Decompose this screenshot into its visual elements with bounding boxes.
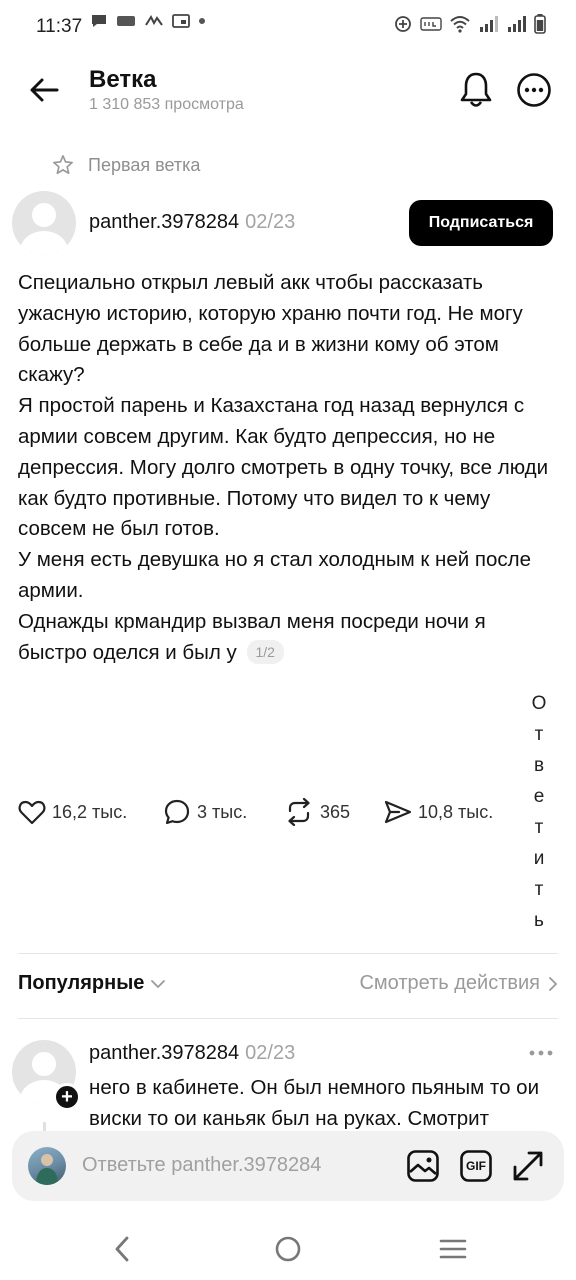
- comment-button[interactable]: 3 тыс.: [163, 792, 247, 832]
- nav-recents-button[interactable]: [431, 1229, 475, 1269]
- calendar-notification-icon: [172, 14, 190, 28]
- chevron-left-icon: [115, 1236, 129, 1262]
- share-button[interactable]: 10,8 тыс.: [384, 792, 493, 832]
- section-divider: [18, 1018, 558, 1019]
- star-icon: [53, 155, 73, 175]
- battery-icon: [534, 14, 546, 34]
- page-title: Ветка: [89, 66, 157, 93]
- notifications-button[interactable]: [454, 68, 498, 112]
- more-options-button[interactable]: [512, 68, 556, 112]
- home-circle-icon: [275, 1236, 301, 1262]
- reply-author-row: panther.3978284 02/23: [89, 1042, 295, 1065]
- post-author-row: panther.3978284 02/23: [89, 211, 295, 234]
- header: Ветка 1 310 853 просмотра: [0, 54, 576, 134]
- arrow-left-icon: [30, 78, 59, 102]
- back-button[interactable]: [24, 70, 64, 110]
- nav-back-button[interactable]: [100, 1229, 144, 1269]
- more-horizontal-icon: [529, 1050, 553, 1056]
- reply-letter: в: [533, 755, 545, 776]
- comment-count: 3 тыс.: [197, 801, 248, 822]
- image-attach-button[interactable]: [405, 1148, 441, 1184]
- reply-more-button[interactable]: [526, 1041, 556, 1065]
- like-count: 16,2 тыс.: [52, 801, 128, 822]
- heart-icon: [18, 800, 46, 825]
- page-indicator-badge[interactable]: 1/2: [246, 639, 284, 664]
- view-count: 1 310 853 просмотра: [89, 96, 244, 113]
- comment-bubble-icon: [164, 799, 190, 825]
- menu-lines-icon: [439, 1239, 467, 1259]
- system-status-icons: [394, 14, 546, 34]
- sort-label: Популярные: [18, 972, 145, 994]
- repost-button[interactable]: 365: [284, 792, 350, 832]
- post-paragraph: У меня есть девушка но я стал холодным к…: [18, 548, 532, 602]
- avatar-body-shape: [20, 231, 68, 255]
- image-icon: [407, 1150, 439, 1182]
- post-body: Специально открыл левый акк чтобы расска…: [18, 268, 558, 668]
- section-divider: [18, 953, 558, 954]
- reply-letter: О: [531, 693, 547, 714]
- gif-label: GIF: [466, 1159, 486, 1173]
- avatar-head-shape: [32, 203, 56, 227]
- view-actions-link[interactable]: Смотреть действия: [359, 972, 558, 995]
- reply-input[interactable]: Ответьте panther.3978284: [82, 1154, 321, 1177]
- follow-plus-button[interactable]: +: [53, 1083, 81, 1111]
- post-author-name[interactable]: panther.3978284: [89, 211, 239, 233]
- follow-button[interactable]: Подписаться: [409, 200, 553, 246]
- reply-letter: и: [533, 848, 545, 869]
- pinned-label-text: Первая ветка: [88, 154, 201, 175]
- system-nav-bar: [0, 1215, 576, 1280]
- repost-icon: [288, 798, 310, 826]
- avatar-head-shape: [32, 1052, 56, 1076]
- signal-2-icon: [508, 16, 526, 32]
- reply-composer: Ответьте panther.3978284 GIF: [12, 1131, 564, 1201]
- repost-count: 365: [320, 801, 351, 822]
- data-saver-icon: [395, 16, 411, 32]
- more-circle-icon: [517, 73, 551, 107]
- reply-letter: т: [534, 724, 544, 745]
- post-paragraph-last: Однажды крмандир вызвал меня посреди ноч…: [18, 607, 558, 669]
- reply-author-name[interactable]: panther.3978284: [89, 1042, 239, 1064]
- dot-icon: [199, 18, 205, 24]
- signal-1-icon: [480, 16, 498, 32]
- chevron-right-icon: [549, 976, 557, 991]
- reply-letter: т: [534, 879, 544, 900]
- reply-text: него в кабинете. Он был немного пьяным т…: [89, 1076, 540, 1130]
- expand-composer-button[interactable]: [510, 1148, 546, 1184]
- sort-dropdown[interactable]: Популярные: [18, 972, 166, 995]
- share-count: 10,8 тыс.: [418, 801, 494, 822]
- author-avatar[interactable]: [12, 191, 76, 255]
- post-paragraph: Я простой парень и Казахстана год назад …: [18, 394, 549, 541]
- reply-letter: ь: [534, 910, 544, 931]
- post-actions: 16,2 тыс. 3 тыс. 365 10,8 тыс.: [18, 792, 518, 832]
- status-bar: 11:37: [0, 0, 576, 54]
- gif-button[interactable]: GIF: [458, 1148, 494, 1184]
- post-paragraph: Специально открыл левый акк чтобы расска…: [18, 271, 523, 387]
- pinned-thread-label: Первая ветка: [52, 154, 200, 176]
- volte-icon: [420, 17, 442, 31]
- vivo-app-icon: [117, 16, 135, 26]
- post-date: 02/23: [245, 211, 296, 233]
- app-notification-icon: [145, 14, 163, 26]
- bell-icon: [460, 72, 492, 107]
- reply-letter: т: [534, 817, 544, 838]
- user-avatar: [28, 1147, 66, 1185]
- reply-letter: е: [533, 786, 545, 807]
- expand-icon: [513, 1151, 543, 1181]
- sort-row: Популярные Смотреть действия: [18, 972, 558, 1002]
- wifi-icon: [450, 16, 470, 33]
- like-button[interactable]: 16,2 тыс.: [18, 792, 127, 832]
- nav-home-button[interactable]: [266, 1229, 310, 1269]
- notification-icons: [90, 14, 206, 28]
- status-time: 11:37: [36, 16, 83, 37]
- send-icon: [384, 800, 412, 824]
- reply-button[interactable]: О т в е т и т ь: [528, 688, 550, 936]
- reply-date: 02/23: [245, 1042, 296, 1064]
- view-actions-label: Смотреть действия: [359, 972, 540, 994]
- chevron-down-icon: [151, 979, 166, 988]
- user-photo-icon: [36, 1154, 58, 1185]
- chat-notification-icon: [92, 15, 106, 27]
